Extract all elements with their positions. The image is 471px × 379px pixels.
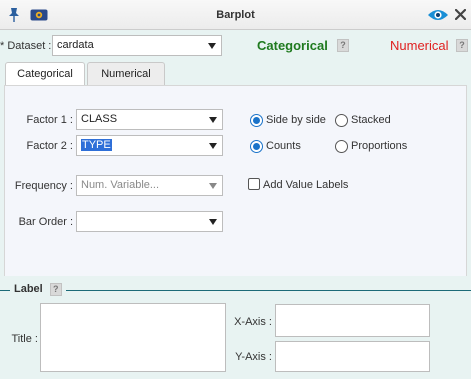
chevron-down-icon bbox=[209, 183, 217, 189]
label-section: Label ? Title : X-Axis : Y-Axis : bbox=[0, 276, 471, 379]
label-legend-text: Label bbox=[14, 283, 43, 295]
stacked-radio[interactable] bbox=[335, 114, 348, 127]
proportions-radio[interactable] bbox=[335, 140, 348, 153]
stacked-label: Stacked bbox=[351, 114, 391, 126]
dataset-value: cardata bbox=[57, 39, 94, 51]
frequency-label: Frequency : bbox=[14, 180, 73, 192]
window-titlebar: Barplot bbox=[0, 0, 471, 30]
title-input[interactable] bbox=[40, 303, 226, 372]
factor2-label: Factor 2 : bbox=[26, 140, 73, 152]
window-title: Barplot bbox=[216, 9, 255, 21]
factor1-label: Factor 1 : bbox=[26, 114, 73, 126]
title-field-label: Title : bbox=[11, 333, 39, 345]
chevron-down-icon bbox=[209, 117, 217, 123]
chevron-down-icon bbox=[208, 43, 216, 49]
xaxis-field-label: X-Axis : bbox=[234, 316, 272, 328]
factor2-select[interactable]: TYPE bbox=[76, 135, 223, 156]
dataset-select[interactable]: cardata bbox=[52, 35, 222, 56]
tab-categorical[interactable]: Categorical bbox=[5, 62, 85, 86]
side-by-side-radio[interactable] bbox=[250, 114, 263, 127]
frequency-select[interactable]: Num. Variable... bbox=[76, 175, 223, 196]
close-icon[interactable] bbox=[454, 8, 467, 21]
bar-order-select[interactable] bbox=[76, 211, 223, 232]
dataset-label: * Dataset : bbox=[0, 40, 52, 52]
yaxis-field-label: Y-Axis : bbox=[235, 351, 272, 363]
label-divider bbox=[0, 290, 471, 291]
bar-order-label: Bar Order : bbox=[18, 216, 73, 228]
proportions-label: Proportions bbox=[351, 140, 408, 152]
value-labels-checkbox[interactable] bbox=[248, 178, 260, 190]
factor1-select[interactable]: CLASS bbox=[76, 109, 223, 130]
chevron-down-icon bbox=[209, 143, 217, 149]
counts-label: Counts bbox=[266, 140, 301, 152]
tab-numerical[interactable]: Numerical bbox=[87, 62, 165, 86]
xaxis-input[interactable] bbox=[275, 304, 430, 337]
yaxis-input[interactable] bbox=[275, 341, 430, 372]
value-labels-label: Add Value Labels bbox=[263, 179, 349, 191]
counts-radio[interactable] bbox=[250, 140, 263, 153]
label-legend: Label ? bbox=[10, 283, 66, 296]
mode-categorical-label: Categorical bbox=[257, 38, 328, 53]
mode-numerical-label: Numerical bbox=[390, 38, 449, 53]
help-icon[interactable]: ? bbox=[456, 39, 468, 52]
eye-icon[interactable] bbox=[427, 8, 449, 22]
factor2-value: TYPE bbox=[81, 139, 112, 151]
tab-label: Numerical bbox=[101, 68, 151, 80]
frequency-placeholder: Num. Variable... bbox=[81, 179, 160, 191]
categorical-tab-content: Factor 1 : CLASS Factor 2 : TYPE Side by… bbox=[4, 85, 467, 292]
chevron-down-icon bbox=[209, 219, 217, 225]
help-icon[interactable]: ? bbox=[49, 283, 62, 296]
tab-label: Categorical bbox=[17, 68, 73, 80]
help-icon[interactable]: ? bbox=[337, 39, 349, 52]
factor1-value: CLASS bbox=[81, 113, 118, 125]
mode-categorical[interactable]: Categorical bbox=[257, 38, 328, 53]
side-by-side-label: Side by side bbox=[266, 114, 326, 126]
mode-numerical[interactable]: Numerical bbox=[390, 38, 449, 53]
